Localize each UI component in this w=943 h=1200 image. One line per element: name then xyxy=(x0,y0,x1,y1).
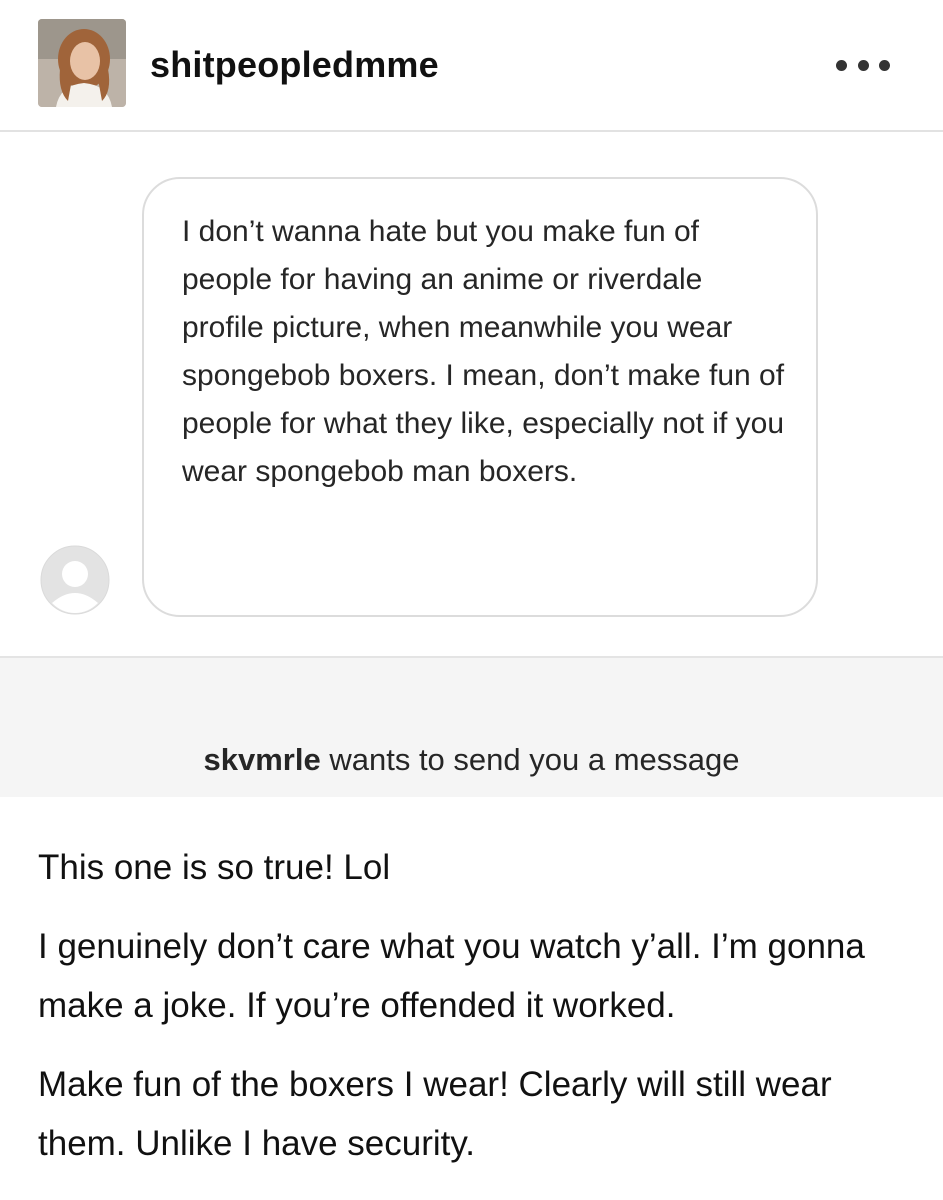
more-dot xyxy=(857,59,869,71)
caption-paragraph: I genuinely don’t care what you watch y’… xyxy=(38,927,865,1025)
caption-paragraph: Make fun of the boxers I wear! Clearly w… xyxy=(38,1065,832,1163)
profile-photo-icon xyxy=(38,19,126,107)
caption-paragraph: This one is so true! Lol xyxy=(38,848,391,887)
default-user-avatar-icon[interactable] xyxy=(40,545,110,615)
request-username[interactable]: skvmrle xyxy=(204,742,321,777)
post-header: shitpeopledmme xyxy=(0,0,943,132)
message-text: I don’t wanna hate but you make fun of p… xyxy=(182,215,785,488)
post-caption: This one is so true! Lol I genuinely don… xyxy=(38,838,918,1193)
request-text: skvmrle wants to send you a message xyxy=(0,742,943,778)
more-dot xyxy=(836,59,847,71)
username[interactable]: shitpeopledmme xyxy=(150,44,439,86)
message-request-banner: skvmrle wants to send you a message xyxy=(0,656,943,797)
message-bubble[interactable]: I don’t wanna hate but you make fun of p… xyxy=(142,177,818,617)
more-options-button[interactable] xyxy=(832,52,894,78)
request-label: wants to send you a message xyxy=(320,742,740,777)
more-dot xyxy=(879,59,890,71)
profile-avatar[interactable] xyxy=(38,19,126,107)
message-thread: I don’t wanna hate but you make fun of p… xyxy=(0,134,943,656)
